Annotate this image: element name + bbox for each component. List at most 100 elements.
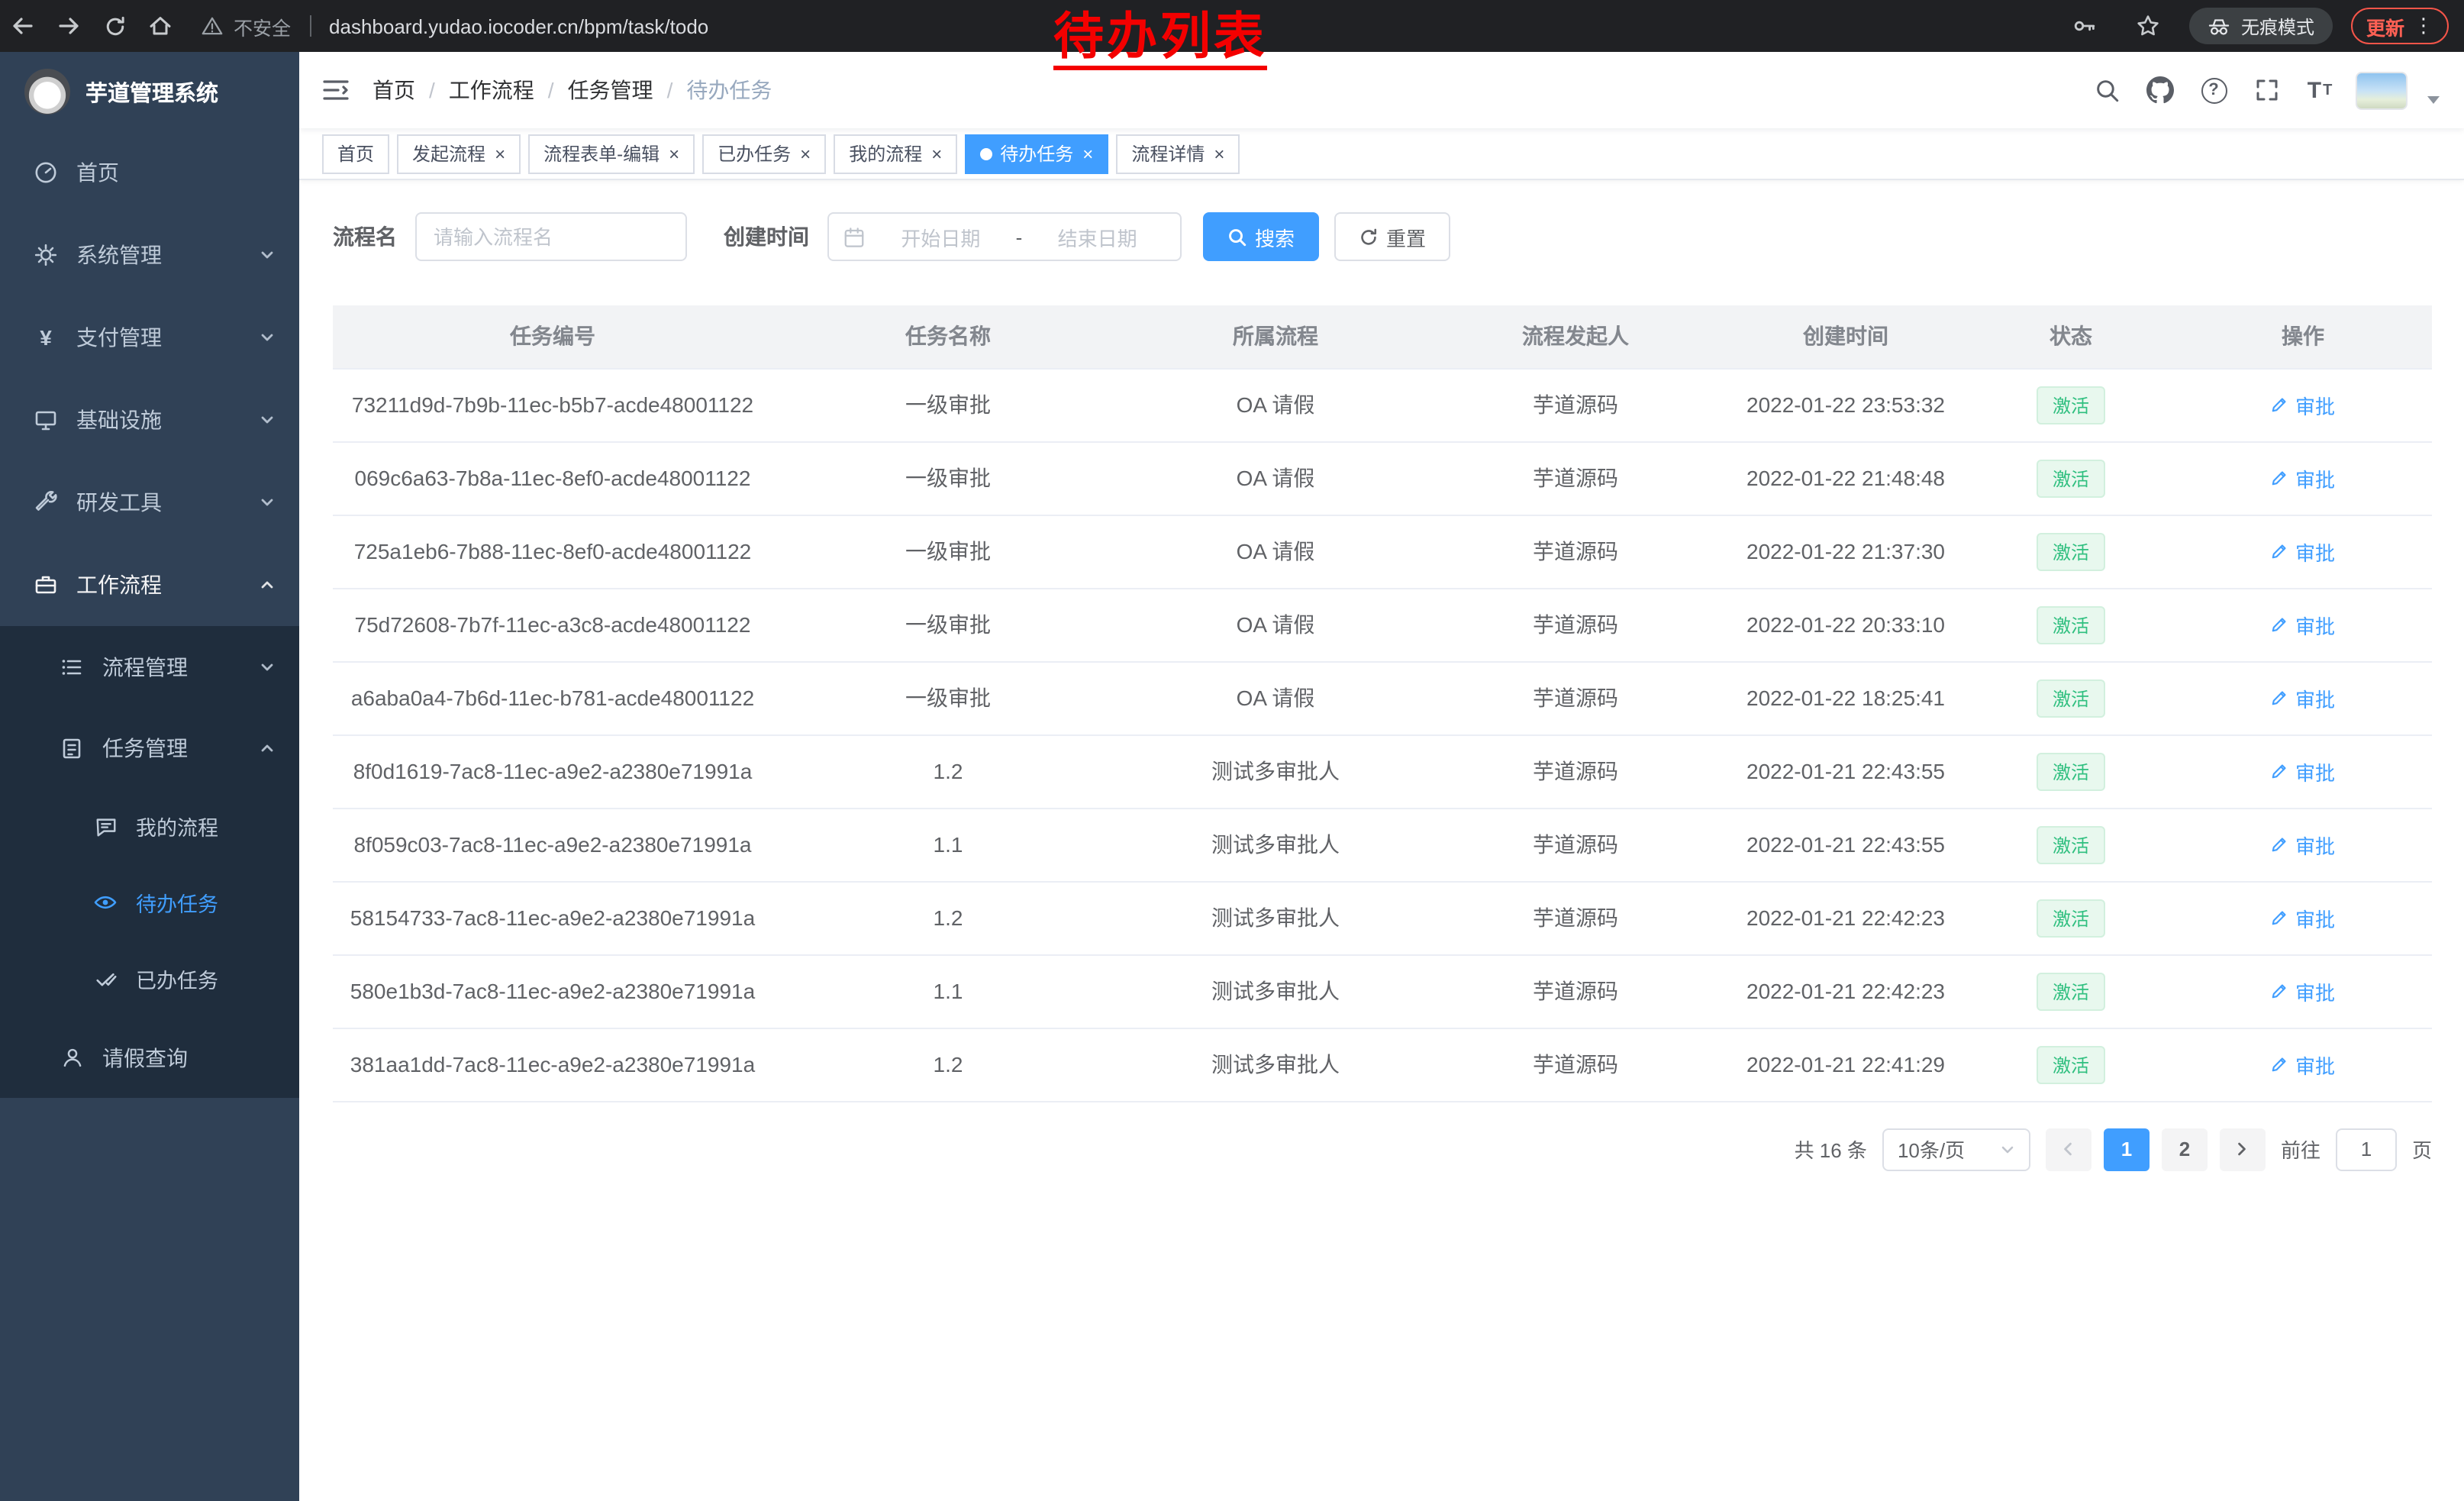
navbar-right-cluster: ? TT bbox=[2088, 70, 2464, 110]
eye-icon bbox=[92, 890, 119, 915]
sidebar-item-task-manage[interactable]: 任务管理 bbox=[0, 707, 299, 788]
sidebar-item-workflow[interactable]: 工作流程 bbox=[0, 544, 299, 626]
task-name-cell: 一级审批 bbox=[772, 588, 1124, 661]
approve-link[interactable]: 审批 bbox=[2271, 757, 2335, 786]
close-icon[interactable]: × bbox=[798, 144, 811, 163]
approve-link[interactable]: 审批 bbox=[2271, 683, 2335, 712]
sidebar-item-system[interactable]: 系统管理 bbox=[0, 214, 299, 296]
tab-my-process[interactable]: 我的流程× bbox=[834, 134, 957, 173]
tab-process-detail[interactable]: 流程详情× bbox=[1116, 134, 1240, 173]
close-icon[interactable]: × bbox=[1212, 144, 1224, 163]
collapse-sidebar-icon[interactable] bbox=[299, 78, 373, 102]
total-count: 共 16 条 bbox=[1795, 1135, 1867, 1164]
task-name-cell: 一级审批 bbox=[772, 368, 1124, 441]
goto-page-input[interactable] bbox=[2336, 1128, 2397, 1170]
range-separator: - bbox=[1016, 225, 1023, 248]
key-icon[interactable] bbox=[2061, 5, 2107, 47]
tab-home[interactable]: 首页 bbox=[322, 134, 389, 173]
reset-button[interactable]: 重置 bbox=[1334, 212, 1450, 261]
breadcrumb-workflow[interactable]: 工作流程 bbox=[449, 75, 534, 105]
dashboard-icon bbox=[32, 160, 60, 185]
page-button-2[interactable]: 2 bbox=[2162, 1128, 2208, 1170]
end-date-input[interactable]: 结束日期 bbox=[1028, 222, 1166, 251]
sidebar-item-leave-query[interactable]: 请假查询 bbox=[0, 1017, 299, 1098]
user-icon bbox=[58, 1046, 85, 1069]
tab-form-edit[interactable]: 流程表单-编辑× bbox=[528, 134, 695, 173]
reload-icon[interactable] bbox=[92, 5, 137, 47]
sidebar-item-devtools[interactable]: 研发工具 bbox=[0, 461, 299, 544]
approve-link[interactable]: 审批 bbox=[2271, 1050, 2335, 1079]
breadcrumb-home[interactable]: 首页 bbox=[373, 75, 415, 105]
kebab-menu-icon[interactable]: ⋮ bbox=[2414, 14, 2433, 38]
goto-label: 前往 bbox=[2281, 1135, 2320, 1164]
back-icon[interactable] bbox=[0, 5, 46, 47]
process-cell: 测试多审批人 bbox=[1124, 954, 1427, 1028]
tab-todo-tasks[interactable]: 待办任务× bbox=[965, 134, 1108, 173]
approve-link[interactable]: 审批 bbox=[2271, 537, 2335, 566]
status-badge: 激活 bbox=[2037, 752, 2104, 790]
approve-link[interactable]: 审批 bbox=[2271, 610, 2335, 639]
time-cell: 2022-01-22 20:33:10 bbox=[1724, 588, 1968, 661]
avatar[interactable] bbox=[2356, 71, 2408, 109]
close-icon[interactable]: × bbox=[1081, 144, 1093, 163]
table-row: 725a1eb6-7b88-11ec-8ef0-acde48001122 一级审… bbox=[333, 515, 2432, 588]
task-id-cell: 381aa1dd-7ac8-11ec-a9e2-a2380e71991a bbox=[333, 1028, 772, 1101]
sidebar-item-todo-tasks[interactable]: 待办任务 bbox=[0, 864, 299, 941]
page-button-1[interactable]: 1 bbox=[2104, 1128, 2150, 1170]
col-actions: 操作 bbox=[2174, 305, 2432, 368]
breadcrumb-task-manage[interactable]: 任务管理 bbox=[568, 75, 653, 105]
calendar-icon bbox=[843, 225, 866, 248]
font-size-icon[interactable]: TT bbox=[2302, 70, 2339, 110]
starter-cell: 芋道源码 bbox=[1427, 954, 1724, 1028]
task-name-cell: 1.2 bbox=[772, 881, 1124, 954]
next-page-button[interactable] bbox=[2220, 1128, 2266, 1170]
task-name-cell: 1.2 bbox=[772, 734, 1124, 808]
star-icon[interactable] bbox=[2125, 5, 2171, 47]
home-icon[interactable] bbox=[137, 5, 183, 47]
task-manage-icon bbox=[58, 735, 85, 760]
sidebar-item-done-tasks[interactable]: 已办任务 bbox=[0, 941, 299, 1017]
annotation-overlay: 待办列表 bbox=[1053, 9, 1267, 71]
sidebar-item-home[interactable]: 首页 bbox=[0, 131, 299, 214]
approve-link[interactable]: 审批 bbox=[2271, 903, 2335, 932]
status-badge: 激活 bbox=[2037, 605, 2104, 644]
incognito-badge: 无痕模式 bbox=[2189, 8, 2333, 44]
approve-link[interactable]: 审批 bbox=[2271, 463, 2335, 492]
page-size-select[interactable]: 10条/页 bbox=[1882, 1128, 2030, 1170]
search-icon[interactable] bbox=[2088, 70, 2125, 110]
update-button[interactable]: 更新 ⋮ bbox=[2351, 8, 2449, 44]
approve-link[interactable]: 审批 bbox=[2271, 390, 2335, 419]
fullscreen-icon[interactable] bbox=[2249, 70, 2285, 110]
address-bar[interactable]: 不安全 dashboard.yudao.iocoder.cn/bpm/task/… bbox=[202, 11, 708, 40]
incognito-label: 无痕模式 bbox=[2241, 13, 2314, 39]
table-row: 8f059c03-7ac8-11ec-a9e2-a2380e71991a 1.1… bbox=[333, 808, 2432, 881]
date-range-picker[interactable]: 开始日期 - 结束日期 bbox=[827, 212, 1182, 261]
main-content: 流程名 创建时间 开始日期 - 结束日期 搜索 重置 bbox=[299, 180, 2464, 1501]
status-badge: 激活 bbox=[2037, 386, 2104, 424]
approve-link[interactable]: 审批 bbox=[2271, 830, 2335, 859]
sidebar-item-process-manage[interactable]: 流程管理 bbox=[0, 626, 299, 707]
status-badge: 激活 bbox=[2037, 1045, 2104, 1083]
sidebar-item-infrastructure[interactable]: 基础设施 bbox=[0, 379, 299, 461]
process-name-input[interactable] bbox=[415, 212, 687, 261]
forward-icon[interactable] bbox=[46, 5, 92, 47]
chevron-down-icon bbox=[260, 659, 275, 674]
help-icon[interactable]: ? bbox=[2195, 70, 2232, 110]
avatar-caret-icon[interactable] bbox=[2427, 95, 2440, 103]
sidebar-item-my-process[interactable]: 我的流程 bbox=[0, 788, 299, 864]
devtools-icon bbox=[32, 490, 60, 515]
tab-start-process[interactable]: 发起流程× bbox=[397, 134, 521, 173]
search-button[interactable]: 搜索 bbox=[1203, 212, 1319, 261]
tab-done-tasks[interactable]: 已办任务× bbox=[702, 134, 826, 173]
close-icon[interactable]: × bbox=[667, 144, 679, 163]
prev-page-button[interactable] bbox=[2046, 1128, 2091, 1170]
github-icon[interactable] bbox=[2142, 70, 2179, 110]
col-task-id: 任务编号 bbox=[333, 305, 772, 368]
close-icon[interactable]: × bbox=[493, 144, 505, 163]
start-date-input[interactable]: 开始日期 bbox=[872, 222, 1010, 251]
sidebar-item-payment[interactable]: ¥ 支付管理 bbox=[0, 296, 299, 379]
time-cell: 2022-01-22 21:48:48 bbox=[1724, 441, 1968, 515]
approve-link[interactable]: 审批 bbox=[2271, 976, 2335, 1006]
table-row: 58154733-7ac8-11ec-a9e2-a2380e71991a 1.2… bbox=[333, 881, 2432, 954]
close-icon[interactable]: × bbox=[930, 144, 942, 163]
